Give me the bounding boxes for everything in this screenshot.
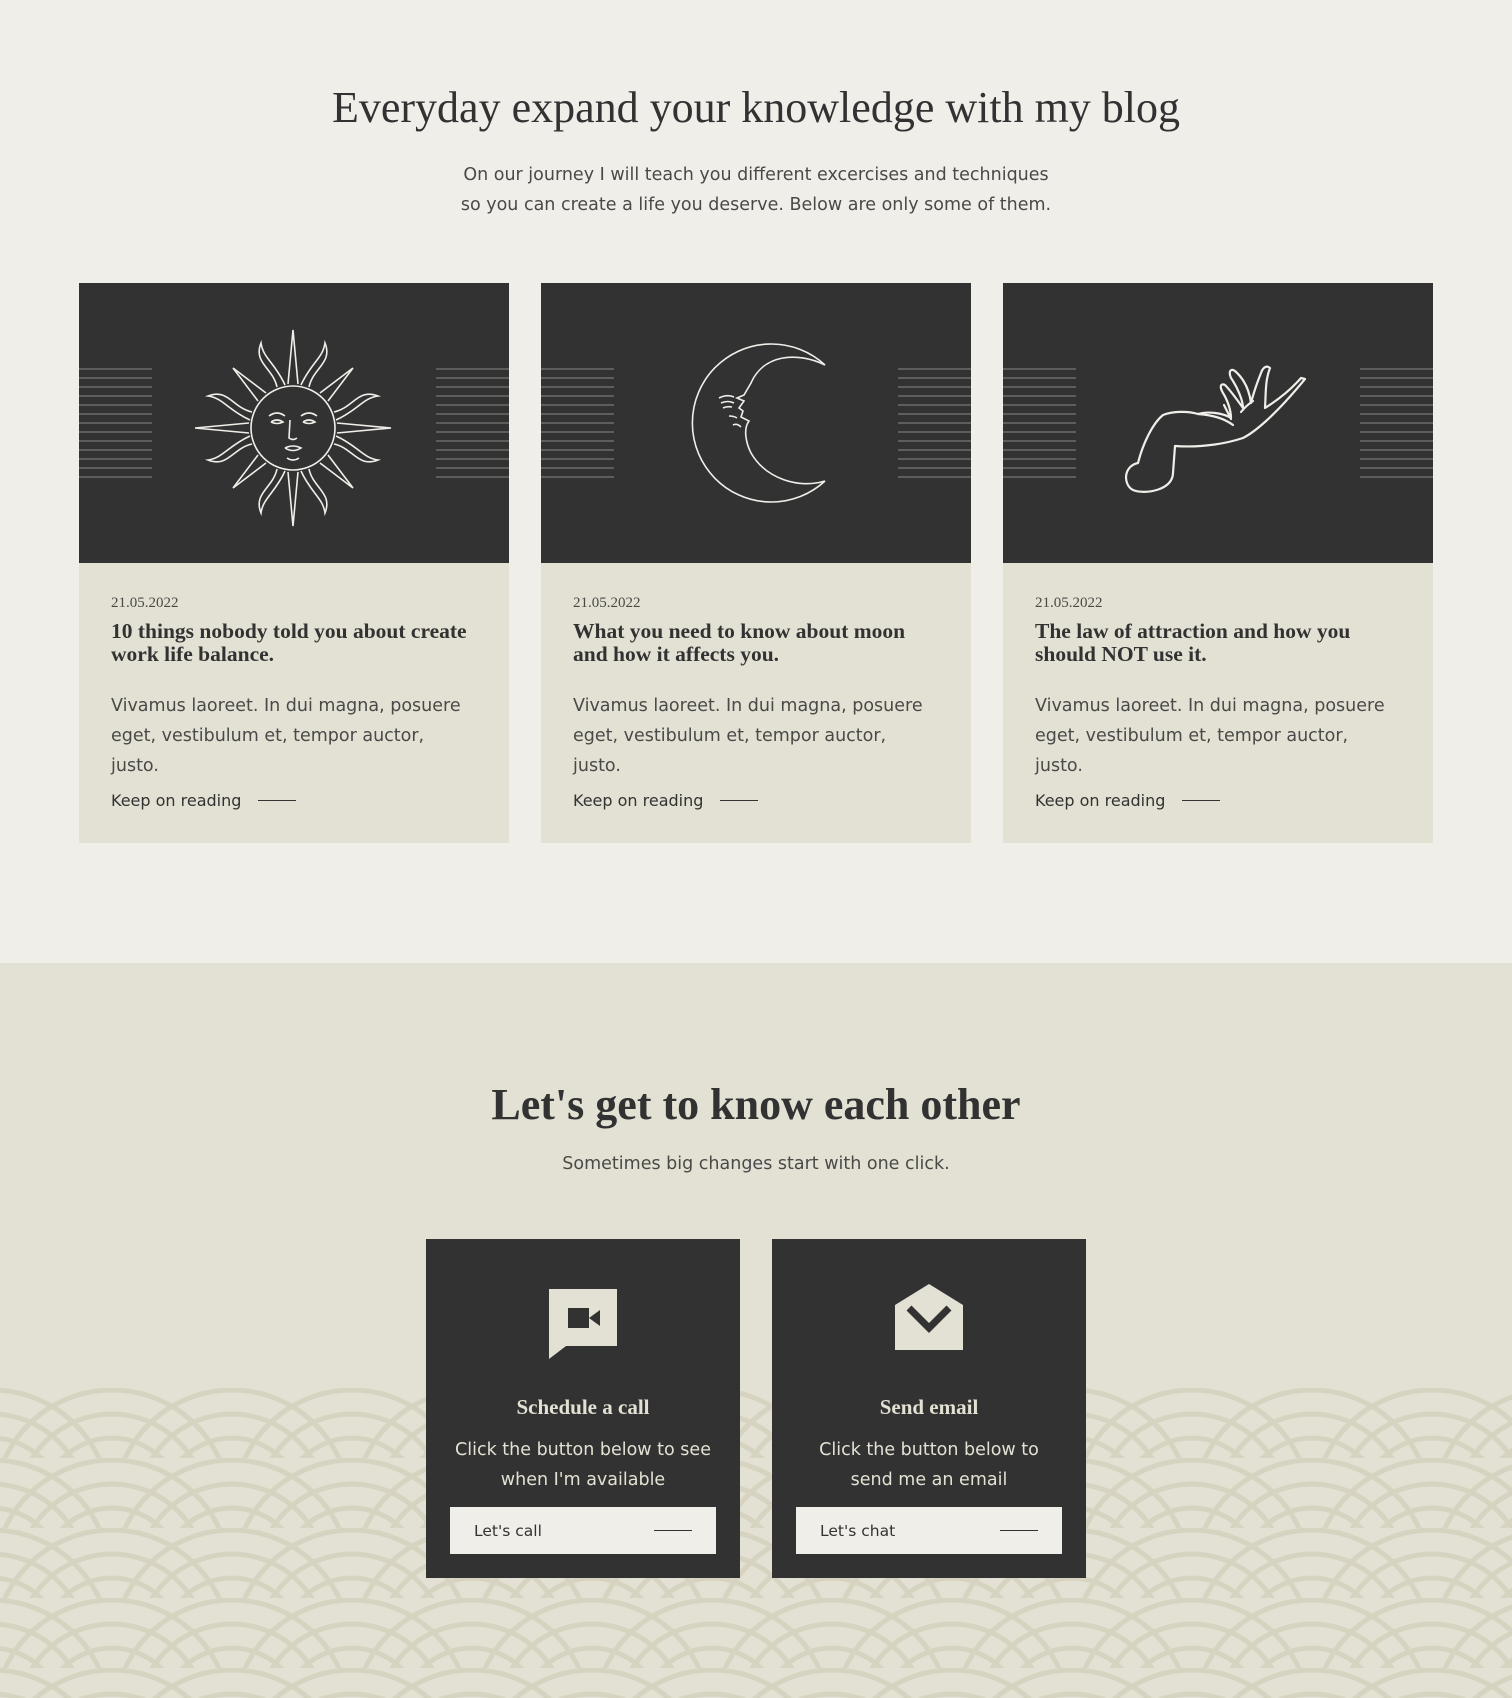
contact-section: Let's get to know each other Sometimes b… [0,963,1512,1698]
link-dash [720,800,759,801]
schedule-call-text-line-2: when I'm available [500,1470,666,1490]
link-dash [1182,800,1221,801]
contact-subtitle: Sometimes big changes start with one cli… [562,1154,950,1174]
post-title[interactable]: 10 things nobody told you about create w… [111,620,481,666]
keep-reading-link[interactable]: Keep on reading [111,791,297,810]
link-dash [258,800,297,801]
keep-reading-label: Keep on reading [1035,791,1166,810]
schedule-call-text: Click the button below to see when I'm a… [426,1435,740,1495]
crescent-moon-face-icon [541,343,971,503]
blog-card-image[interactable] [541,283,971,563]
button-dash [1000,1530,1038,1531]
send-email-text-line-1: Click the button below to [819,1440,1039,1460]
blog-card-3: 21.05.2022 The law of attraction and how… [1003,283,1433,843]
post-date: 21.05.2022 [1035,595,1103,611]
blog-card-1: 21.05.2022 10 things nobody told you abo… [79,283,509,843]
blog-card-image[interactable] [1003,283,1433,563]
blog-subtitle-line-2: so you can create a life you deserve. Be… [460,195,1052,215]
contact-heading: Let's get to know each other [491,1080,1021,1129]
send-email-title: Send email [879,1395,979,1419]
keep-reading-label: Keep on reading [573,791,704,810]
sun-face-icon [79,329,509,527]
video-chat-icon [549,1289,617,1359]
lets-chat-label: Let's chat [820,1521,896,1540]
lets-call-button[interactable]: Let's call [450,1507,716,1554]
keep-reading-link[interactable]: Keep on reading [573,791,759,810]
lets-chat-button[interactable]: Let's chat [796,1507,1062,1554]
send-email-text-line-2: send me an email [850,1470,1008,1490]
wave-pattern-background [0,1388,1512,1698]
envelope-icon [895,1284,963,1350]
post-excerpt: Vivamus laoreet. In dui magna, posuere e… [573,696,923,776]
post-title[interactable]: The law of attraction and how you should… [1035,620,1405,666]
blog-subtitle: On our journey I will teach you differen… [0,160,1512,220]
lets-call-label: Let's call [474,1521,542,1540]
post-date: 21.05.2022 [111,595,179,611]
schedule-call-card: Schedule a call Click the button below t… [426,1239,740,1578]
hand-icon [1003,365,1433,493]
keep-reading-link[interactable]: Keep on reading [1035,791,1221,810]
keep-reading-label: Keep on reading [111,791,242,810]
blog-heading: Everyday expand your knowledge with my b… [331,83,1181,132]
send-email-card: Send email Click the button below to sen… [772,1239,1086,1578]
blog-section: Everyday expand your knowledge with my b… [0,0,1512,963]
send-email-text: Click the button below to send me an ema… [772,1435,1086,1495]
schedule-call-text-line-1: Click the button below to see [455,1440,711,1460]
blog-card-2: 21.05.2022 What you need to know about m… [541,283,971,843]
post-title[interactable]: What you need to know about moon and how… [573,620,943,666]
post-excerpt: Vivamus laoreet. In dui magna, posuere e… [1035,696,1385,776]
schedule-call-title: Schedule a call [516,1395,650,1419]
blog-card-image[interactable] [79,283,509,563]
blog-subtitle-line-1: On our journey I will teach you differen… [463,165,1049,185]
post-excerpt: Vivamus laoreet. In dui magna, posuere e… [111,696,461,776]
button-dash [654,1530,692,1531]
post-date: 21.05.2022 [573,595,641,611]
